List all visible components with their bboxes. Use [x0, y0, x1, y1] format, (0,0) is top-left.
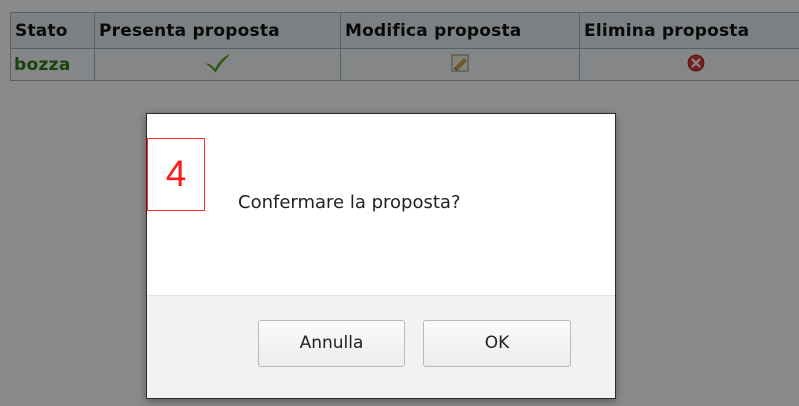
dialog-body: 4 Confermare la proposta? — [147, 114, 615, 295]
cancel-button[interactable]: Annulla — [258, 320, 405, 367]
confirm-dialog: 4 Confermare la proposta? Annulla OK — [146, 113, 616, 399]
ok-button[interactable]: OK — [423, 320, 571, 367]
step-marker: 4 — [147, 138, 205, 211]
dialog-message: Confermare la proposta? — [238, 192, 461, 213]
